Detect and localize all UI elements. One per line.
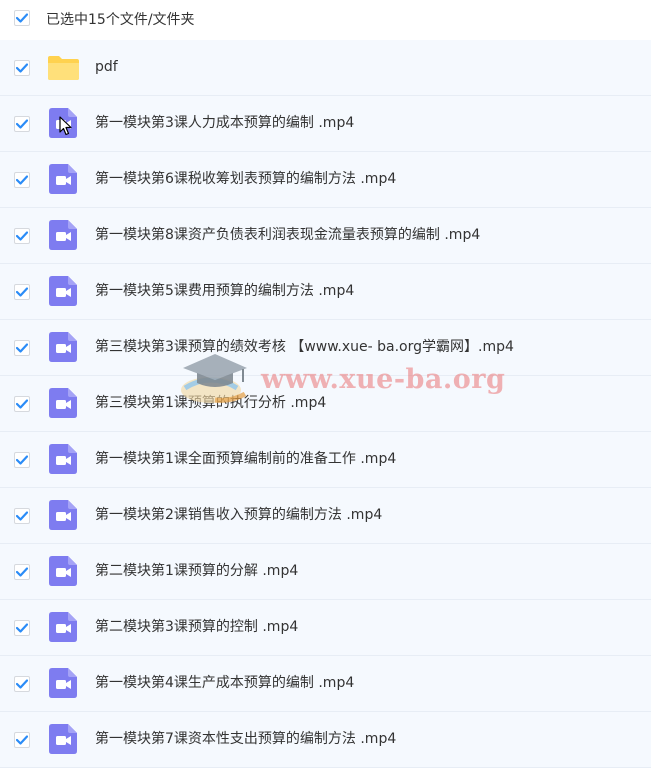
video-icon bbox=[49, 332, 77, 362]
file-row[interactable]: 第二模块第3课预算的控制 .mp4 bbox=[0, 600, 651, 656]
video-icon bbox=[49, 220, 77, 250]
file-row[interactable]: 第一模块第3课人力成本预算的编制 .mp4 bbox=[0, 96, 651, 152]
file-name[interactable]: 第二模块第1课预算的分解 .mp4 bbox=[95, 544, 298, 599]
watermark-text: www.xue-ba.org bbox=[261, 364, 506, 395]
folder-icon bbox=[47, 55, 80, 81]
video-icon bbox=[49, 164, 77, 194]
file-row[interactable]: 第一模块第4课生产成本预算的编制 .mp4 bbox=[0, 656, 651, 712]
file-row[interactable]: 第一模块第6课税收筹划表预算的编制方法 .mp4 bbox=[0, 152, 651, 208]
video-icon bbox=[49, 556, 77, 586]
video-icon bbox=[49, 276, 77, 306]
file-row[interactable]: pdf bbox=[0, 40, 651, 96]
file-checkbox[interactable] bbox=[14, 452, 30, 468]
file-row[interactable]: 第一模块第1课全面预算编制前的准备工作 .mp4 bbox=[0, 432, 651, 488]
file-name[interactable]: 第一模块第3课人力成本预算的编制 .mp4 bbox=[95, 96, 354, 151]
file-name[interactable]: 第一模块第6课税收筹划表预算的编制方法 .mp4 bbox=[95, 152, 396, 207]
video-icon bbox=[49, 668, 77, 698]
file-name[interactable]: 第一模块第4课生产成本预算的编制 .mp4 bbox=[95, 656, 354, 711]
selection-header: 已选中15个文件/文件夹 bbox=[0, 0, 651, 40]
file-checkbox[interactable] bbox=[14, 172, 30, 188]
select-all-checkbox[interactable] bbox=[14, 10, 30, 26]
video-icon bbox=[49, 724, 77, 754]
watermark: www.xue-ba.org bbox=[175, 350, 505, 410]
file-row[interactable]: 第一模块第7课资本性支出预算的编制方法 .mp4 bbox=[0, 712, 651, 768]
file-name[interactable]: 第一模块第8课资产负债表利润表现金流量表预算的编制 .mp4 bbox=[95, 208, 480, 263]
video-icon bbox=[49, 388, 77, 418]
file-row[interactable]: 第一模块第5课费用预算的编制方法 .mp4 bbox=[0, 264, 651, 320]
file-checkbox[interactable] bbox=[14, 732, 30, 748]
file-checkbox[interactable] bbox=[14, 620, 30, 636]
graduation-cap-logo-icon bbox=[181, 354, 247, 403]
file-checkbox[interactable] bbox=[14, 284, 30, 300]
mouse-cursor-icon bbox=[59, 116, 72, 136]
file-name[interactable]: 第一模块第7课资本性支出预算的编制方法 .mp4 bbox=[95, 712, 396, 767]
video-icon bbox=[49, 500, 77, 530]
selection-count-label: 已选中15个文件/文件夹 bbox=[46, 12, 195, 28]
video-icon bbox=[49, 612, 77, 642]
file-row[interactable]: 第二模块第1课预算的分解 .mp4 bbox=[0, 544, 651, 600]
file-checkbox[interactable] bbox=[14, 116, 30, 132]
video-icon bbox=[49, 444, 77, 474]
file-checkbox[interactable] bbox=[14, 340, 30, 356]
file-checkbox[interactable] bbox=[14, 228, 30, 244]
file-row[interactable]: 第一模块第8课资产负债表利润表现金流量表预算的编制 .mp4 bbox=[0, 208, 651, 264]
file-name[interactable]: 第一模块第5课费用预算的编制方法 .mp4 bbox=[95, 264, 354, 319]
file-name[interactable]: 第一模块第2课销售收入预算的编制方法 .mp4 bbox=[95, 488, 382, 543]
file-checkbox[interactable] bbox=[14, 564, 30, 580]
file-checkbox[interactable] bbox=[14, 676, 30, 692]
file-checkbox[interactable] bbox=[14, 508, 30, 524]
file-name[interactable]: 第二模块第3课预算的控制 .mp4 bbox=[95, 600, 298, 655]
file-row[interactable]: 第一模块第2课销售收入预算的编制方法 .mp4 bbox=[0, 488, 651, 544]
file-checkbox[interactable] bbox=[14, 396, 30, 412]
file-name[interactable]: pdf bbox=[95, 40, 118, 95]
file-checkbox[interactable] bbox=[14, 60, 30, 76]
file-name[interactable]: 第一模块第1课全面预算编制前的准备工作 .mp4 bbox=[95, 432, 396, 487]
